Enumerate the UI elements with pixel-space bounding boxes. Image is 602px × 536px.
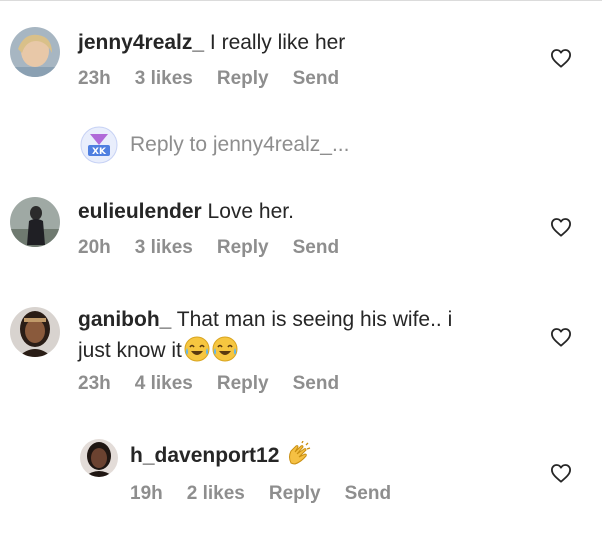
reply-button[interactable]: Reply	[269, 483, 321, 505]
reply-button[interactable]: Reply	[217, 237, 269, 259]
likes-count[interactable]: 3 likes	[135, 237, 193, 259]
username[interactable]: ganiboh_	[78, 308, 171, 331]
reply-to-label: Reply to jenny4realz_...	[130, 133, 349, 157]
heart-icon[interactable]	[550, 48, 572, 68]
comment-meta: 23h 4 likes Reply Send	[78, 373, 363, 395]
timestamp: 20h	[78, 237, 111, 258]
reply-button[interactable]: Reply	[217, 373, 269, 395]
heart-icon[interactable]	[550, 217, 572, 237]
send-button[interactable]: Send	[345, 483, 391, 505]
send-button[interactable]: Send	[293, 373, 339, 395]
likes-count[interactable]: 2 likes	[187, 483, 245, 505]
laughing-emoji-icon	[212, 336, 238, 362]
send-button[interactable]: Send	[293, 237, 339, 259]
username[interactable]: h_davenport12	[130, 444, 279, 467]
reply-to-username: jenny4realz_...	[212, 133, 350, 156]
comment-meta: 23h 3 likes Reply Send	[78, 68, 363, 90]
comment-body-line1: That man is seeing his wife.. i	[171, 308, 453, 331]
timestamp: 23h	[78, 68, 111, 89]
timestamp: 23h	[78, 373, 111, 394]
send-button[interactable]: Send	[293, 68, 339, 90]
username[interactable]: eulieulender	[78, 200, 202, 223]
comment-body: Love her.	[201, 200, 294, 223]
laughing-emoji-icon	[184, 336, 210, 362]
comments-panel: jenny4realz_ I really like her 23h 3 like…	[0, 0, 602, 536]
reply-to-prefix: Reply to	[130, 133, 213, 156]
avatar[interactable]	[80, 439, 118, 477]
heart-icon[interactable]	[550, 327, 572, 347]
comment-body: I really like her	[204, 31, 346, 54]
reply-to-prompt[interactable]: XK Reply to jenny4realz_...	[80, 125, 349, 165]
username[interactable]: jenny4realz_	[78, 31, 204, 54]
comment-body-line2: just know it	[78, 339, 182, 362]
timestamp: 19h	[130, 483, 163, 504]
heart-icon[interactable]	[550, 463, 572, 483]
reply-button[interactable]: Reply	[217, 68, 269, 90]
likes-count[interactable]: 4 likes	[135, 373, 193, 395]
avatar[interactable]	[10, 27, 60, 77]
comment-meta: 20h 3 likes Reply Send	[78, 237, 363, 259]
comment-text: ganiboh_ That man is seeing his wife.. i…	[78, 304, 518, 366]
clapping-hands-emoji-icon	[285, 440, 311, 467]
likes-count[interactable]: 3 likes	[135, 68, 193, 90]
user-badge-icon: XK	[80, 126, 118, 164]
avatar[interactable]	[10, 307, 60, 357]
avatar[interactable]	[10, 197, 60, 247]
comment-text: jenny4realz_ I really like her	[78, 27, 345, 58]
comment-text: h_davenport12	[130, 440, 311, 471]
svg-text:XK: XK	[92, 147, 107, 157]
comment-text: eulieulender Love her.	[78, 196, 294, 227]
comment-meta: 19h 2 likes Reply Send	[130, 483, 415, 505]
